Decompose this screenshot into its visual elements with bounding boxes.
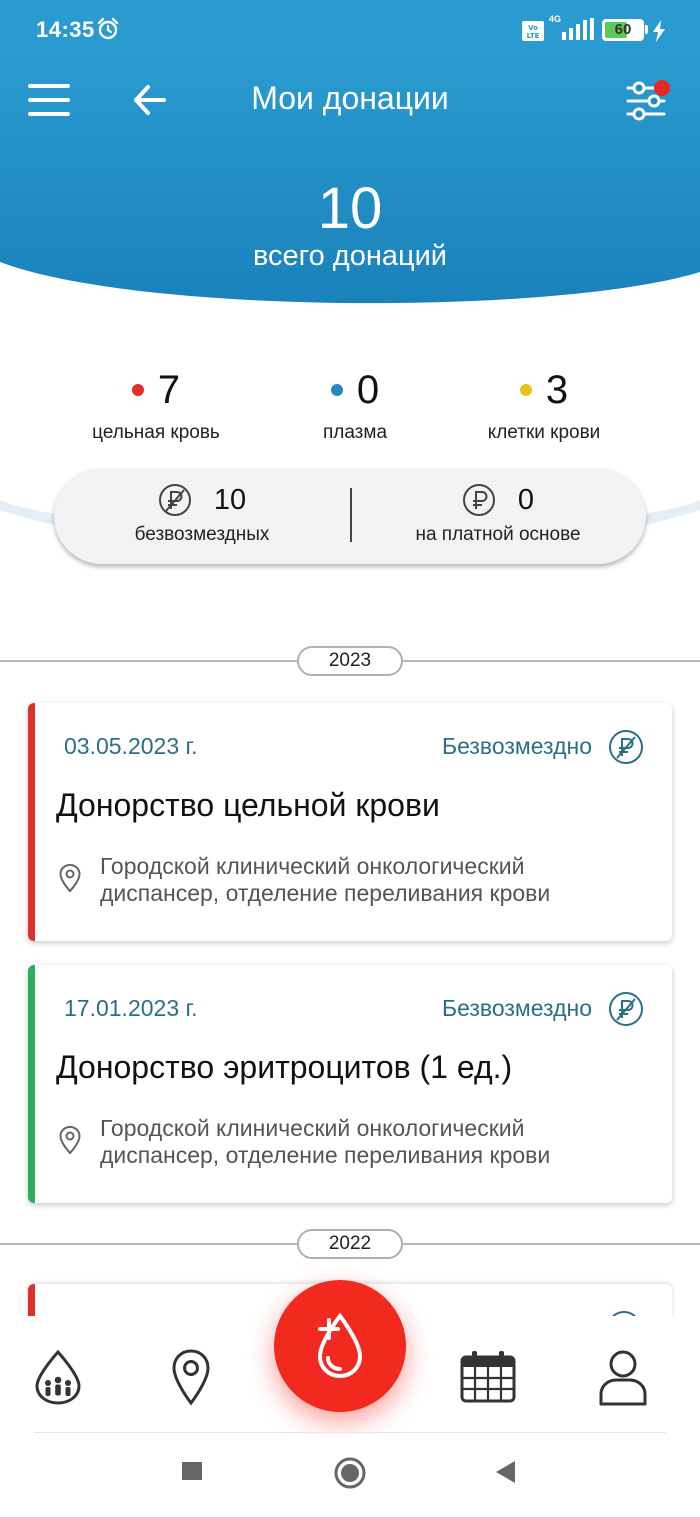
back-triangle-icon[interactable]: [493, 1458, 517, 1486]
type-dot: [131, 384, 144, 396]
charging-icon: [653, 20, 665, 42]
nav-map[interactable]: [156, 1342, 226, 1412]
total-donations-count: 10: [317, 176, 383, 241]
type-dot: [330, 384, 343, 396]
donation-title: Донорство цельной крови: [56, 787, 440, 823]
status-bar: 14:35 Vo LTE 4G 60: [0, 0, 700, 50]
page-title: Мои донации: [251, 80, 449, 116]
type-label: клетки крови: [487, 422, 601, 443]
add-donation-drop-icon: [317, 1312, 363, 1379]
type-count: 0: [356, 368, 380, 412]
svg-text:Vo: Vo: [528, 24, 538, 32]
payment-summary-card: 10 безвозмездных 0 на платной основе: [54, 468, 646, 564]
filter-badge: [654, 80, 670, 96]
type-blood-cells: 3 клетки крови: [444, 360, 644, 444]
donation-place-line: Городской клинический онкологический: [100, 853, 525, 879]
donation-place-line: диспансер, отделение переливания крови: [100, 1142, 551, 1168]
calendar-icon: [460, 1351, 516, 1403]
home-circle-icon[interactable]: [333, 1456, 367, 1490]
donation-types: 7 цельная кровь 0 плазма 3 клетки крови: [0, 360, 700, 450]
type-whole-blood: 7 цельная кровь: [56, 360, 256, 444]
system-navigation-bar: [0, 1434, 700, 1517]
year-label: 2022: [297, 1229, 403, 1259]
volte-icon: Vo LTE: [522, 21, 544, 41]
donation-place-line: Городской клинический онкологический: [100, 1115, 525, 1141]
year-separator: 2022: [0, 1229, 700, 1259]
location-pin-icon: [172, 1349, 210, 1406]
payment-divider: [350, 488, 352, 542]
type-plasma: 0 плазма: [255, 360, 455, 444]
ruble-crossed-icon: [158, 484, 191, 516]
total-donations-label: всего донаций: [252, 240, 448, 272]
header: Мои донации 10 всего донаций: [0, 50, 700, 310]
location-pin-icon: [59, 863, 81, 893]
battery-percent: 60: [614, 21, 632, 38]
type-count: 3: [545, 368, 569, 412]
location-pin-icon: [59, 1125, 81, 1155]
year-separator: 2023: [0, 646, 700, 676]
ruble-icon: [462, 484, 495, 516]
donation-payment-type: Безвозмездно: [441, 995, 592, 1021]
community-drop-icon: [35, 1349, 81, 1405]
payment-free-label: безвозмездных: [134, 524, 270, 545]
payment-paid-label: на платной основе: [415, 524, 581, 545]
type-label: цельная кровь: [92, 422, 220, 443]
battery-icon: 60: [602, 19, 644, 41]
donation-card[interactable]: 17.01.2023 г. Безвозмездно Донорство эри…: [28, 965, 672, 1203]
payment-paid-count: 0: [517, 483, 535, 516]
donation-card[interactable]: 03.05.2023 г. Безвозмездно Донорство цел…: [28, 703, 672, 941]
ruble-crossed-icon: [609, 992, 643, 1026]
type-dot: [519, 384, 532, 396]
nav-divider: [34, 1432, 666, 1433]
recents-square-icon[interactable]: [180, 1458, 204, 1482]
nav-profile[interactable]: [588, 1342, 658, 1412]
donation-place: Городской клинический онкологический дис…: [100, 1115, 640, 1169]
alarm-icon: [97, 17, 119, 40]
card-accent: [28, 703, 35, 941]
payment-free: 10 безвозмездных: [62, 482, 342, 546]
ruble-crossed-icon: [609, 730, 643, 764]
donation-place-line: диспансер, отделение переливания крови: [100, 880, 551, 906]
type-count: 7: [157, 368, 181, 412]
profile-icon: [599, 1350, 647, 1406]
battery-nub: [645, 25, 648, 34]
nav-calendar[interactable]: [453, 1342, 523, 1412]
donation-payment-type: Безвозмездно: [441, 733, 592, 759]
add-donation-button[interactable]: [274, 1280, 406, 1412]
card-accent: [28, 965, 35, 1203]
year-label: 2023: [297, 646, 403, 676]
donation-date: 17.01.2023 г.: [64, 995, 198, 1021]
svg-text:LTE: LTE: [527, 32, 540, 40]
status-time: 14:35: [36, 17, 95, 42]
network-type: 4G: [549, 14, 562, 24]
donation-title: Донорство эритроцитов (1 ед.): [56, 1049, 513, 1085]
donation-place: Городской клинический онкологический дис…: [100, 853, 640, 907]
payment-free-count: 10: [213, 483, 247, 516]
donation-date: 03.05.2023 г.: [64, 733, 198, 759]
signal-icon: [562, 18, 594, 40]
nav-community[interactable]: [23, 1342, 93, 1412]
payment-paid: 0 на платной основе: [358, 482, 638, 546]
type-label: плазма: [322, 422, 388, 443]
